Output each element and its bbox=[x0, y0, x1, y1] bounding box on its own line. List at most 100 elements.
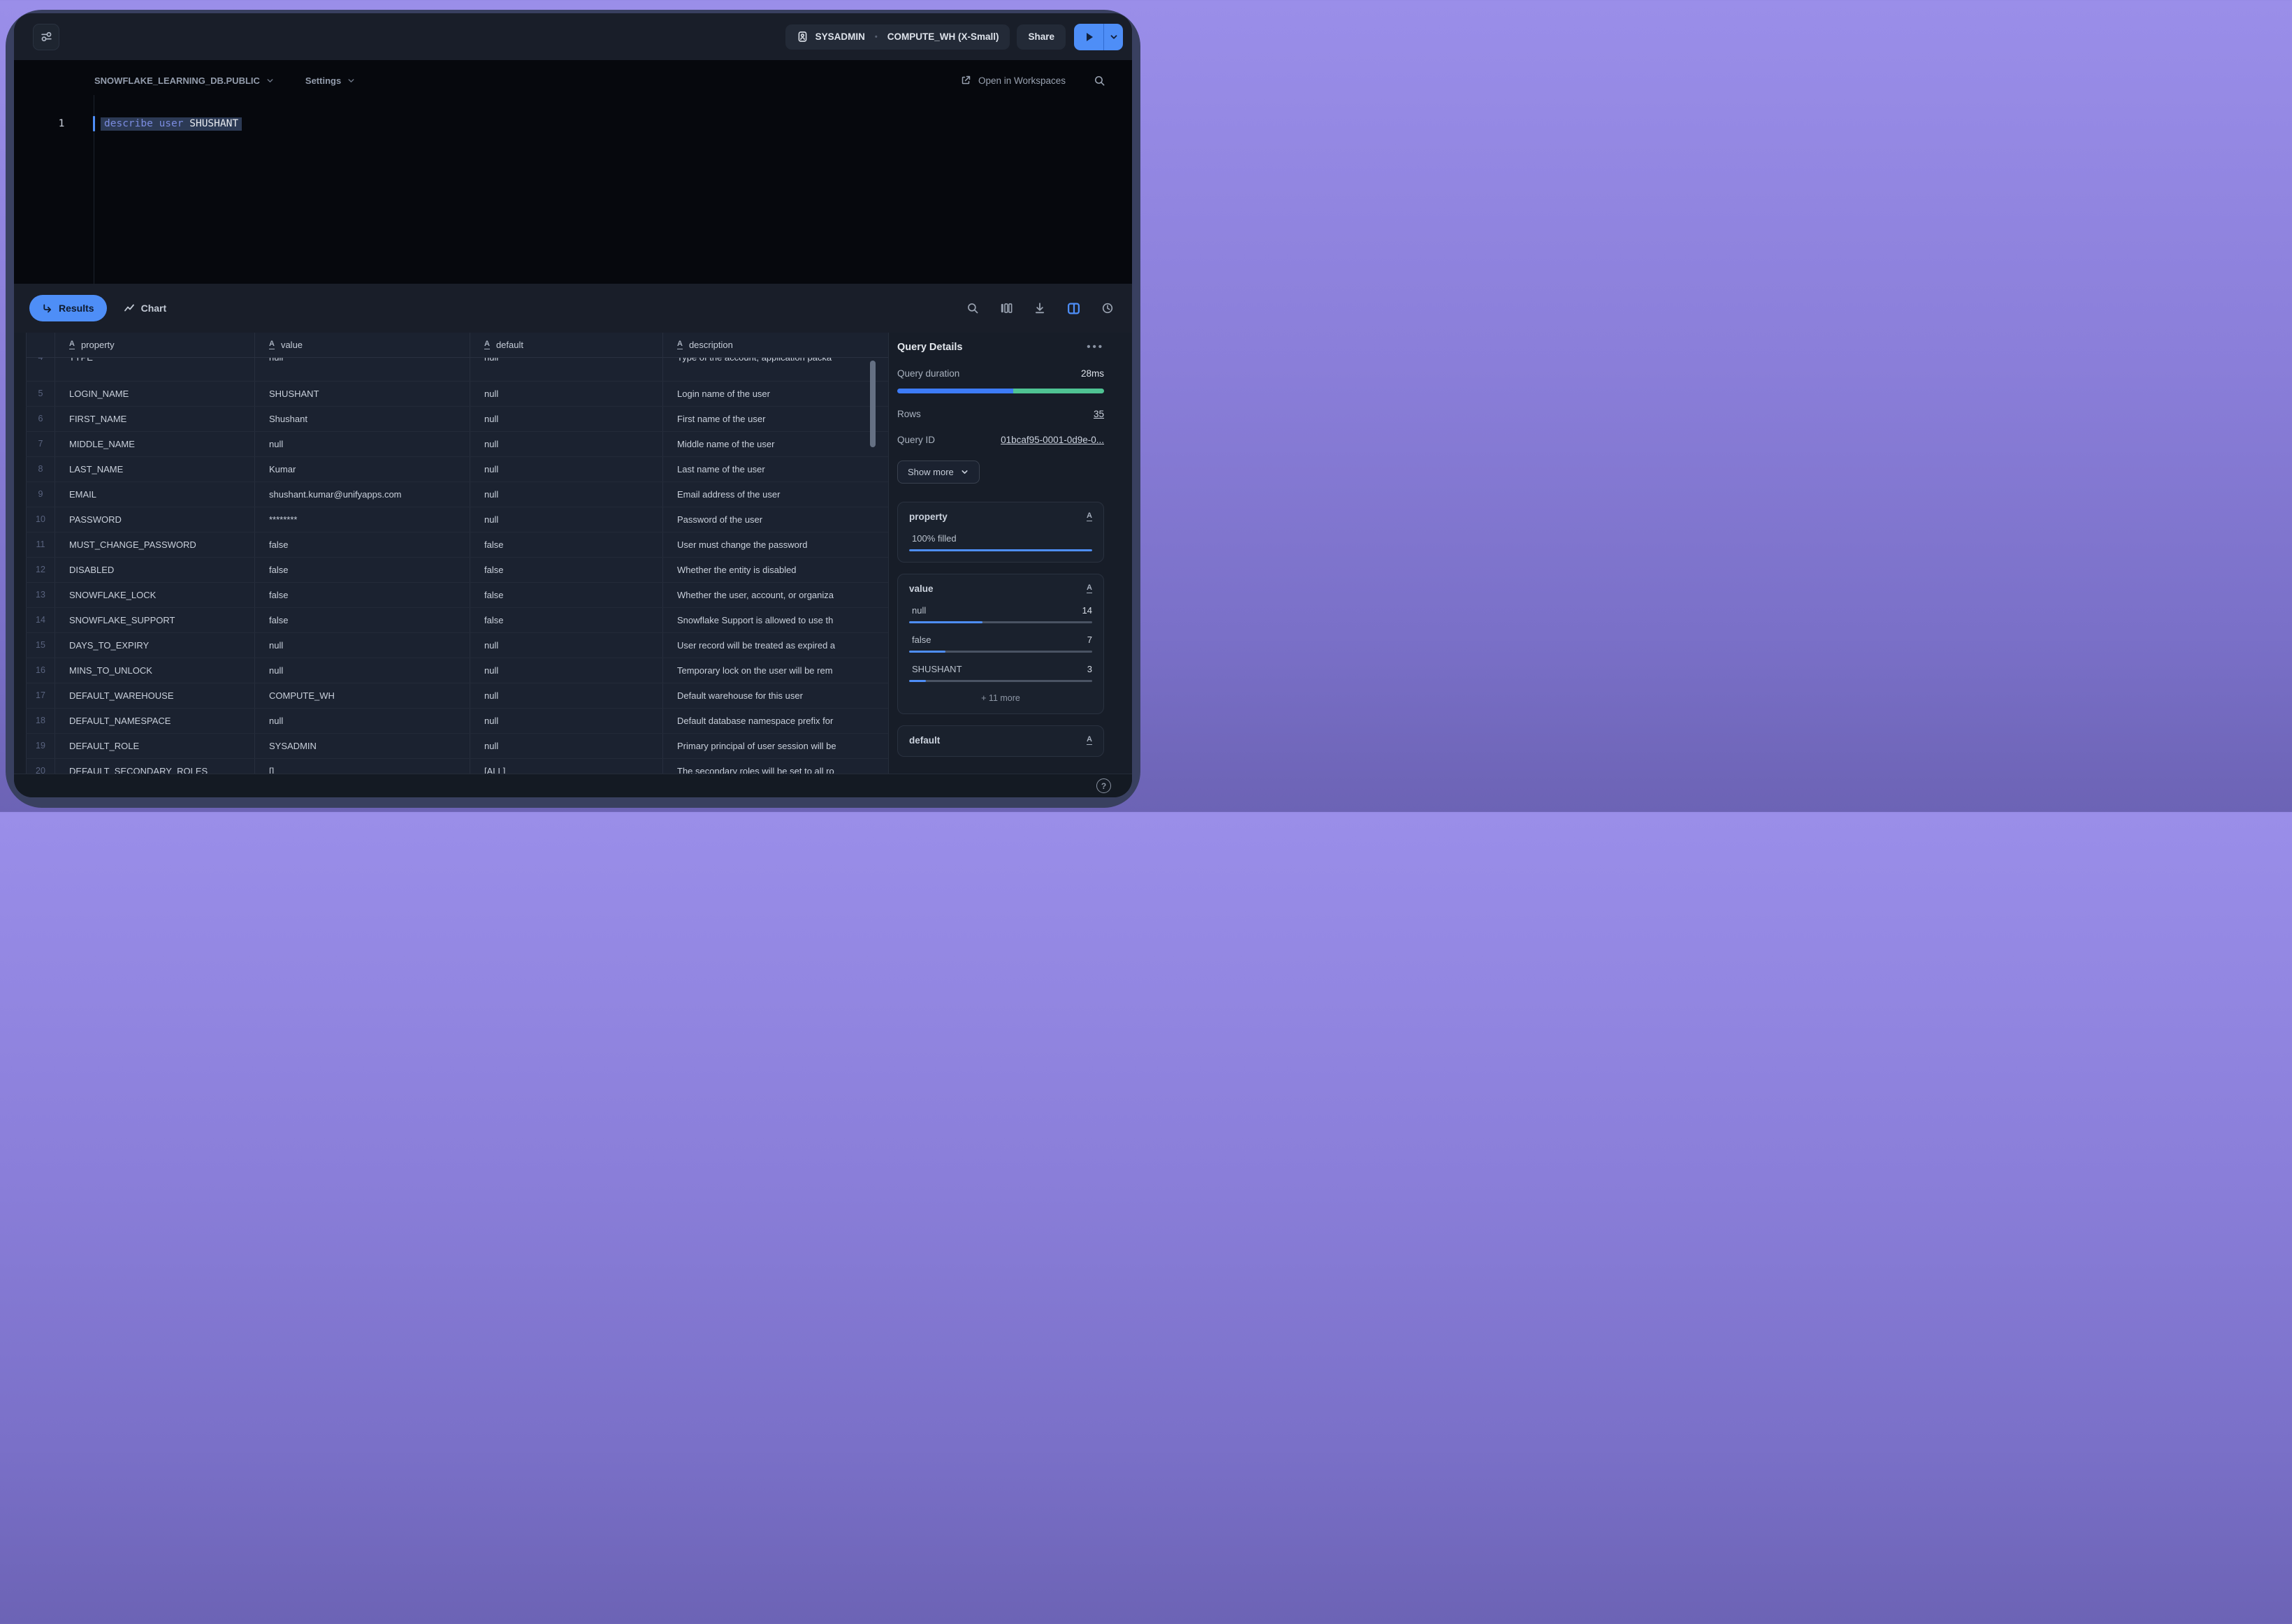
cell-property[interactable]: DEFAULT_NAMESPACE bbox=[55, 708, 255, 733]
query-history-icon[interactable] bbox=[1101, 302, 1114, 314]
share-button[interactable]: Share bbox=[1017, 24, 1066, 50]
cell-description[interactable]: Type of the account, application packa bbox=[663, 357, 890, 381]
open-in-workspaces-button[interactable]: Open in Workspaces bbox=[960, 75, 1066, 86]
cell-default[interactable]: null bbox=[470, 632, 663, 658]
row-number-cell[interactable]: 16 bbox=[27, 658, 55, 683]
query-duration-bar[interactable] bbox=[897, 389, 1104, 393]
cell-property[interactable]: PASSWORD bbox=[55, 507, 255, 532]
cell-description[interactable]: Primary principal of user session will b… bbox=[663, 733, 890, 758]
cell-description[interactable]: Temporary lock on the user will be rem bbox=[663, 658, 890, 683]
row-number-cell[interactable]: 12 bbox=[27, 557, 55, 582]
row-number-cell[interactable]: 13 bbox=[27, 582, 55, 607]
cell-default[interactable]: null bbox=[470, 733, 663, 758]
column-header-property[interactable]: Aproperty bbox=[55, 333, 255, 357]
cell-property[interactable]: DEFAULT_SECONDARY_ROLES bbox=[55, 758, 255, 774]
cell-property[interactable]: EMAIL bbox=[55, 481, 255, 507]
stat-entry[interactable]: 100% filled bbox=[909, 533, 1092, 551]
column-header-default[interactable]: Adefault bbox=[470, 333, 663, 357]
cell-value[interactable]: SYSADMIN bbox=[255, 733, 470, 758]
cell-default[interactable]: false bbox=[470, 557, 663, 582]
cell-description[interactable]: User must change the password bbox=[663, 532, 890, 557]
query-details-menu-icon[interactable]: ••• bbox=[1087, 341, 1104, 353]
cell-property[interactable]: DEFAULT_ROLE bbox=[55, 733, 255, 758]
rows-count-link[interactable]: 35 bbox=[1094, 409, 1104, 419]
cell-description[interactable]: First name of the user bbox=[663, 406, 890, 431]
code-line-1[interactable]: 1 describe user SHUSHANT bbox=[14, 116, 1132, 131]
run-options-button[interactable] bbox=[1103, 24, 1123, 50]
cell-default[interactable]: [ALL] bbox=[470, 758, 663, 774]
row-number-cell[interactable]: 20 bbox=[27, 758, 55, 774]
cell-value[interactable]: Kumar bbox=[255, 456, 470, 481]
stat-entry[interactable]: false7 bbox=[909, 635, 1092, 653]
cell-property[interactable]: LOGIN_NAME bbox=[55, 381, 255, 406]
cell-description[interactable]: Whether the user, account, or organiza bbox=[663, 582, 890, 607]
column-header-value[interactable]: Avalue bbox=[255, 333, 470, 357]
cell-property[interactable]: MIDDLE_NAME bbox=[55, 431, 255, 456]
stat-entry[interactable]: SHUSHANT3 bbox=[909, 664, 1092, 682]
download-icon[interactable] bbox=[1033, 302, 1046, 314]
cell-description[interactable]: Email address of the user bbox=[663, 481, 890, 507]
cell-description[interactable]: Whether the entity is disabled bbox=[663, 557, 890, 582]
cell-value[interactable]: null bbox=[255, 658, 470, 683]
cell-property[interactable]: TYPE bbox=[55, 357, 255, 381]
cell-value[interactable]: Shushant bbox=[255, 406, 470, 431]
cell-default[interactable]: null bbox=[470, 456, 663, 481]
cell-default[interactable]: null bbox=[470, 683, 663, 708]
cell-property[interactable]: LAST_NAME bbox=[55, 456, 255, 481]
tab-results[interactable]: Results bbox=[29, 295, 107, 321]
cell-default[interactable]: false bbox=[470, 532, 663, 557]
show-more-values-link[interactable]: + 11 more bbox=[909, 693, 1092, 703]
cell-description[interactable]: Last name of the user bbox=[663, 456, 890, 481]
cell-default[interactable]: null bbox=[470, 431, 663, 456]
row-number-cell[interactable]: 8 bbox=[27, 456, 55, 481]
show-more-button[interactable]: Show more bbox=[897, 461, 980, 484]
cell-default[interactable]: false bbox=[470, 607, 663, 632]
editor-settings-menu[interactable]: Settings bbox=[305, 75, 356, 86]
cell-value[interactable]: null bbox=[255, 708, 470, 733]
cell-value[interactable]: shushant.kumar@unifyapps.com bbox=[255, 481, 470, 507]
cell-value[interactable]: [] bbox=[255, 758, 470, 774]
cell-value[interactable]: null bbox=[255, 632, 470, 658]
row-number-cell[interactable]: 11 bbox=[27, 532, 55, 557]
split-panel-icon[interactable] bbox=[1067, 302, 1080, 315]
table-vertical-scrollbar[interactable] bbox=[870, 361, 876, 447]
row-number-cell[interactable]: 17 bbox=[27, 683, 55, 708]
column-stat-card-property[interactable]: propertyA100% filled bbox=[897, 502, 1104, 563]
cell-value[interactable]: false bbox=[255, 557, 470, 582]
cell-property[interactable]: FIRST_NAME bbox=[55, 406, 255, 431]
row-number-cell[interactable]: 14 bbox=[27, 607, 55, 632]
cell-description[interactable]: Snowflake Support is allowed to use th bbox=[663, 607, 890, 632]
run-button[interactable] bbox=[1074, 24, 1103, 50]
row-number-cell[interactable]: 5 bbox=[27, 381, 55, 406]
help-icon[interactable]: ? bbox=[1096, 778, 1111, 793]
columns-icon[interactable] bbox=[1000, 302, 1013, 314]
cell-description[interactable]: Login name of the user bbox=[663, 381, 890, 406]
cell-default[interactable]: false bbox=[470, 582, 663, 607]
cell-property[interactable]: SNOWFLAKE_LOCK bbox=[55, 582, 255, 607]
editor-search-icon[interactable] bbox=[1094, 75, 1105, 87]
worksheet-settings-button[interactable] bbox=[33, 24, 59, 50]
database-schema-selector[interactable]: SNOWFLAKE_LEARNING_DB.PUBLIC bbox=[94, 75, 275, 86]
row-number-cell[interactable]: 10 bbox=[27, 507, 55, 532]
cell-description[interactable]: User record will be treated as expired a bbox=[663, 632, 890, 658]
cell-default[interactable]: null bbox=[470, 381, 663, 406]
stat-entry[interactable]: null14 bbox=[909, 605, 1092, 623]
cell-description[interactable]: Default database namespace prefix for bbox=[663, 708, 890, 733]
role-warehouse-selector[interactable]: SYSADMIN • COMPUTE_WH (X-Small) bbox=[785, 24, 1010, 50]
cell-value[interactable]: false bbox=[255, 582, 470, 607]
cell-property[interactable]: DISABLED bbox=[55, 557, 255, 582]
cell-property[interactable]: MUST_CHANGE_PASSWORD bbox=[55, 532, 255, 557]
cell-value[interactable]: null bbox=[255, 431, 470, 456]
sql-editor[interactable]: SNOWFLAKE_LEARNING_DB.PUBLIC Settings bbox=[14, 60, 1132, 284]
cell-default[interactable]: null bbox=[470, 406, 663, 431]
row-number-cell[interactable]: 9 bbox=[27, 481, 55, 507]
row-number-cell[interactable]: 6 bbox=[27, 406, 55, 431]
column-header-description[interactable]: Adescription bbox=[663, 333, 890, 357]
row-number-cell[interactable]: 19 bbox=[27, 733, 55, 758]
cell-property[interactable]: SNOWFLAKE_SUPPORT bbox=[55, 607, 255, 632]
query-id-link[interactable]: 01bcaf95-0001-0d9e-0... bbox=[1001, 435, 1104, 445]
cell-property[interactable]: DAYS_TO_EXPIRY bbox=[55, 632, 255, 658]
row-number-header[interactable] bbox=[27, 333, 55, 357]
column-stat-card-default[interactable]: defaultA bbox=[897, 725, 1104, 757]
row-number-cell[interactable]: 7 bbox=[27, 431, 55, 456]
